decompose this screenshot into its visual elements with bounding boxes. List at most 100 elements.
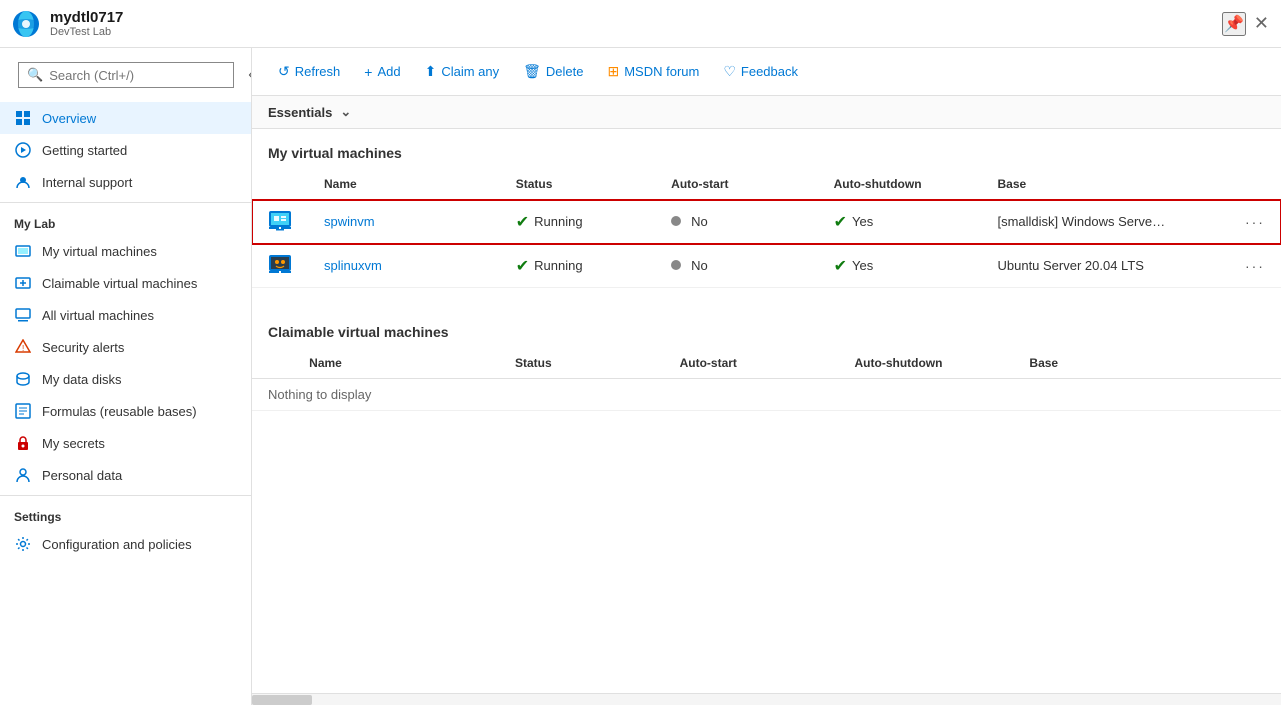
- autostart-no: No: [671, 258, 708, 273]
- personal-data-label: Personal data: [42, 468, 122, 483]
- sidebar-item-configuration-policies[interactable]: Configuration and policies: [0, 528, 251, 560]
- th-status: Status: [500, 169, 655, 200]
- add-icon: +: [364, 64, 372, 80]
- my-virtual-machines-title: My virtual machines: [252, 129, 1281, 169]
- horizontal-scrollbar[interactable]: [252, 693, 1281, 705]
- vm-status: ✔ Running: [500, 244, 655, 288]
- table-row[interactable]: spwinvm ✔ Running No: [252, 200, 1281, 244]
- overview-icon: [14, 109, 32, 127]
- th-name2: Name: [293, 348, 499, 379]
- title-bar: mydtl0717 DevTest Lab 📌 ✕: [0, 0, 1281, 48]
- sidebar-item-my-data-disks[interactable]: My data disks: [0, 363, 251, 395]
- vm-autoshutdown: ✔ Yes: [818, 200, 982, 244]
- add-label: Add: [377, 64, 400, 79]
- all-vms-icon: [14, 306, 32, 324]
- vm-more-button[interactable]: ···: [1245, 258, 1265, 274]
- search-box[interactable]: 🔍: [18, 62, 234, 88]
- msdn-icon: ⊞: [607, 63, 619, 80]
- sidebar-item-all-vms[interactable]: All virtual machines: [0, 299, 251, 331]
- add-button[interactable]: + Add: [354, 59, 410, 85]
- h-scroll-thumb[interactable]: [252, 695, 312, 705]
- claimable-vms-icon: [14, 274, 32, 292]
- autostart-dot: [671, 260, 681, 270]
- essentials-bar[interactable]: Essentials ⌄: [252, 96, 1281, 129]
- autoshutdown-yes: ✔ Yes: [834, 212, 874, 232]
- sidebar-item-overview[interactable]: Overview: [0, 102, 251, 134]
- essentials-chevron: ⌄: [340, 104, 351, 120]
- status-text: Running: [534, 258, 582, 273]
- vm-name[interactable]: spwinvm: [308, 200, 500, 244]
- formulas-icon: [14, 402, 32, 420]
- toolbar: ↺ Refresh + Add ⬆ Claim any 🗑 Delete ⊞ M…: [252, 48, 1281, 96]
- config-icon: [14, 535, 32, 553]
- th-actions: [1229, 169, 1281, 200]
- app-logo: [12, 10, 40, 38]
- sidebar-item-getting-started[interactable]: Getting started: [0, 134, 251, 166]
- sidebar: 🔍 « Overview Getting started Internal su…: [0, 48, 252, 705]
- autostart-dot: [671, 216, 681, 226]
- sidebar-item-my-virtual-machines[interactable]: My virtual machines: [0, 235, 251, 267]
- table-row[interactable]: splinuxvm ✔ Running No: [252, 244, 1281, 288]
- overview-label: Overview: [42, 111, 96, 126]
- vm-base: Ubuntu Server 20.04 LTS: [981, 244, 1228, 288]
- claimable-vms-label: Claimable virtual machines: [42, 276, 197, 291]
- th-base2: Base: [1013, 348, 1281, 379]
- config-label: Configuration and policies: [42, 537, 192, 552]
- title-bar-info: mydtl0717 DevTest Lab: [50, 9, 1222, 38]
- claim-icon: ⬆: [425, 63, 437, 80]
- internal-support-label: Internal support: [42, 175, 132, 190]
- close-button[interactable]: ✕: [1254, 13, 1269, 34]
- delete-button[interactable]: 🗑 Delete: [513, 58, 593, 85]
- essentials-label: Essentials: [268, 105, 332, 120]
- sidebar-item-security-alerts[interactable]: ! Security alerts: [0, 331, 251, 363]
- vm-base: [smalldisk] Windows Serve…: [981, 200, 1228, 244]
- content-area: ↺ Refresh + Add ⬆ Claim any 🗑 Delete ⊞ M…: [252, 48, 1281, 705]
- sidebar-item-formulas[interactable]: Formulas (reusable bases): [0, 395, 251, 427]
- claimable-vms-table: Name Status Auto-start Auto-shutdown Bas…: [252, 348, 1281, 411]
- feedback-button[interactable]: ♡ Feedback: [713, 58, 808, 85]
- my-data-disks-label: My data disks: [42, 372, 121, 387]
- status-check-icon: ✔: [516, 212, 529, 232]
- scroll-area[interactable]: My virtual machines Name Status Auto-sta…: [252, 129, 1281, 693]
- getting-started-icon: [14, 141, 32, 159]
- msdn-forum-label: MSDN forum: [624, 64, 699, 79]
- security-alerts-label: Security alerts: [42, 340, 124, 355]
- personal-data-icon: [14, 466, 32, 484]
- search-input[interactable]: [49, 68, 225, 83]
- main-layout: 🔍 « Overview Getting started Internal su…: [0, 48, 1281, 705]
- msdn-forum-button[interactable]: ⊞ MSDN forum: [597, 58, 709, 85]
- status-check-icon: ✔: [516, 256, 529, 276]
- no-data-row: Nothing to display: [252, 379, 1281, 411]
- th-status2: Status: [499, 348, 664, 379]
- th-autostart: Auto-start: [655, 169, 817, 200]
- sidebar-item-my-secrets[interactable]: My secrets: [0, 427, 251, 459]
- th-icon: [252, 169, 308, 200]
- vm-more-actions[interactable]: ···: [1229, 244, 1281, 288]
- vm-autostart: No: [655, 200, 817, 244]
- my-lab-section-label: My Lab: [0, 207, 251, 235]
- sidebar-item-internal-support[interactable]: Internal support: [0, 166, 251, 198]
- sidebar-item-personal-data[interactable]: Personal data: [0, 459, 251, 491]
- my-virtual-machines-table: Name Status Auto-start Auto-shutdown Bas…: [252, 169, 1281, 288]
- claim-any-button[interactable]: ⬆ Claim any: [415, 58, 510, 85]
- search-icon: 🔍: [27, 67, 43, 83]
- autoshutdown-value: Yes: [852, 258, 873, 273]
- my-secrets-label: My secrets: [42, 436, 105, 451]
- feedback-label: Feedback: [741, 64, 798, 79]
- delete-label: Delete: [546, 64, 584, 79]
- security-alerts-icon: !: [14, 338, 32, 356]
- th-base: Base: [981, 169, 1228, 200]
- th-autostart2: Auto-start: [664, 348, 839, 379]
- refresh-button[interactable]: ↺ Refresh: [268, 58, 350, 85]
- my-vms-label: My virtual machines: [42, 244, 157, 259]
- no-data-label: Nothing to display: [252, 379, 1281, 411]
- vm-name[interactable]: splinuxvm: [308, 244, 500, 288]
- pin-button[interactable]: 📌: [1222, 12, 1246, 36]
- data-disks-icon: [14, 370, 32, 388]
- vm-more-actions[interactable]: ···: [1229, 200, 1281, 244]
- autoshutdown-check-icon: ✔: [834, 256, 847, 276]
- vm-more-button[interactable]: ···: [1245, 214, 1265, 230]
- autoshutdown-value: Yes: [852, 214, 873, 229]
- sidebar-item-claimable-vms[interactable]: Claimable virtual machines: [0, 267, 251, 299]
- status-running: ✔ Running: [516, 212, 583, 232]
